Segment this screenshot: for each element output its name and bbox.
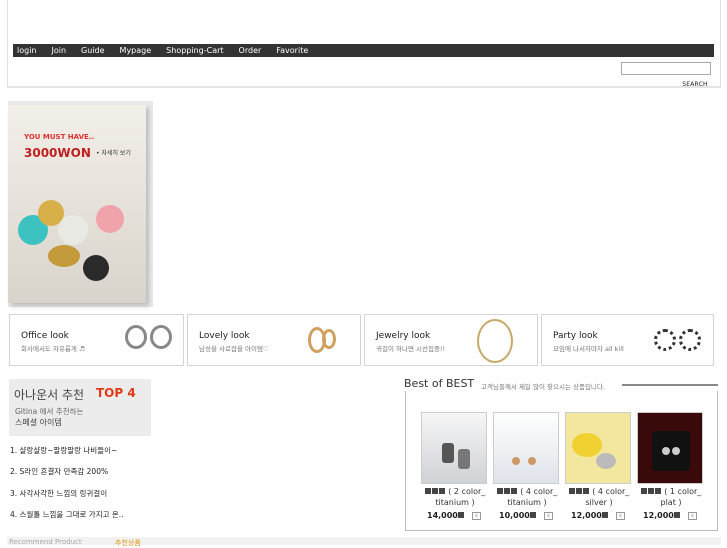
product-price: 12,000 bbox=[643, 511, 681, 520]
category-subtitle: 남성을 사로잡을 아이템♡ bbox=[199, 345, 269, 353]
earring-icon bbox=[477, 319, 513, 363]
earring-icon bbox=[458, 449, 470, 469]
color-swatch-icon bbox=[640, 488, 647, 494]
banner-more-link[interactable]: • 자세히 보기 bbox=[96, 148, 131, 157]
color-swatch-icon bbox=[431, 488, 438, 494]
product-name[interactable]: ( 1 color_ plat ) bbox=[635, 486, 707, 508]
ring-black-icon bbox=[83, 255, 109, 281]
nav-mypage[interactable]: Mypage bbox=[120, 44, 152, 57]
product-image[interactable] bbox=[565, 412, 631, 484]
color-swatch-icon bbox=[424, 488, 431, 494]
product-name[interactable]: ( 4 color_ titanium ) bbox=[491, 486, 563, 508]
earring-icon bbox=[442, 443, 454, 463]
announcer-item[interactable]: 1. 샬랑샬랑~팔랑팔랑 나비들이~ bbox=[10, 445, 117, 456]
category-subtitle: 모임에 나서자마자 all kill bbox=[553, 345, 624, 353]
category-jewelry-look[interactable]: Jewelry look 귀걸이 하나면 시선집중!! bbox=[364, 314, 538, 366]
announcer-item[interactable]: 4. 스월톨 느낌을 그대로 가지고 온.. bbox=[10, 509, 124, 520]
announcer-item[interactable]: 3. 사각사각한 느낌의 링귀걸이 bbox=[10, 488, 107, 499]
header-left-border bbox=[7, 0, 8, 88]
category-title: Jewelry look bbox=[376, 331, 431, 341]
earring-icon bbox=[654, 329, 676, 351]
zoom-icon[interactable]: ⌕ bbox=[472, 512, 481, 520]
search-button[interactable]: SEARCH bbox=[680, 79, 710, 90]
top-nav: login Join Guide Mypage Shopping-Cart Or… bbox=[13, 44, 714, 57]
product-name-text: ( 4 color_ silver ) bbox=[585, 487, 630, 507]
header-right-border bbox=[720, 0, 721, 88]
earring-icon bbox=[662, 447, 670, 455]
product-image[interactable] bbox=[421, 412, 487, 484]
product-price: 10,000 bbox=[499, 511, 537, 520]
product-price-text: 12,000 bbox=[643, 511, 674, 520]
search-input[interactable] bbox=[621, 62, 711, 75]
banner-tagline: YOU MUST HAVE.. bbox=[24, 133, 95, 141]
zoom-icon[interactable]: ⌕ bbox=[544, 512, 553, 520]
product-price: 14,000 bbox=[427, 511, 465, 520]
header-bottom-border bbox=[7, 86, 721, 88]
product-price: 12,000 bbox=[571, 511, 609, 520]
announcer-subtitle-2: 스페셜 아이템 bbox=[15, 418, 62, 427]
ring-rose-icon bbox=[96, 205, 124, 233]
ring-band-icon bbox=[48, 245, 80, 267]
earring-icon bbox=[679, 329, 701, 351]
nav-shopping-cart[interactable]: Shopping-Cart bbox=[166, 44, 223, 57]
product-name-text: ( 1 color_ plat ) bbox=[660, 487, 702, 507]
currency-mark-icon bbox=[529, 512, 536, 518]
best-divider bbox=[622, 384, 718, 386]
color-swatch-icon bbox=[575, 488, 582, 494]
earring-icon bbox=[322, 329, 336, 349]
flower-icon bbox=[572, 433, 602, 457]
category-lovely-look[interactable]: Lovely look 남성을 사로잡을 아이템♡ bbox=[187, 314, 361, 366]
color-swatch-icon bbox=[496, 488, 503, 494]
category-office-look[interactable]: Office look 회사에서도 자유롭게 ♬ bbox=[9, 314, 184, 366]
category-subtitle: 귀걸이 하나면 시선집중!! bbox=[376, 345, 446, 353]
earring-icon bbox=[672, 447, 680, 455]
category-title: Lovely look bbox=[199, 331, 250, 341]
product-price-text: 10,000 bbox=[499, 511, 530, 520]
banner-price: 3000WON bbox=[24, 146, 91, 160]
product-image[interactable] bbox=[493, 412, 559, 484]
gift-box-icon bbox=[652, 431, 690, 471]
announcer-item[interactable]: 2. S라인 흔결자 만족감 200% bbox=[10, 466, 108, 477]
best-subtitle: 고객님들께서 제일 많이 찾으시는 상품입니다. bbox=[481, 383, 605, 391]
color-swatch-icon bbox=[647, 488, 654, 494]
product-price-text: 12,000 bbox=[571, 511, 602, 520]
earring-icon bbox=[125, 325, 147, 349]
nav-favorite[interactable]: Favorite bbox=[276, 44, 308, 57]
ring-pearl-icon bbox=[58, 215, 88, 245]
best-title: Best of BEST bbox=[404, 377, 475, 390]
nav-order[interactable]: Order bbox=[239, 44, 262, 57]
earring-icon bbox=[528, 457, 536, 465]
announcer-title: 아나운서 추천 bbox=[14, 388, 85, 402]
category-party-look[interactable]: Party look 모임에 나서자마자 all kill bbox=[541, 314, 714, 366]
product-image[interactable] bbox=[637, 412, 703, 484]
color-swatch-icon bbox=[568, 488, 575, 494]
earring-icon bbox=[596, 453, 616, 469]
nav-login[interactable]: login bbox=[17, 44, 37, 57]
earring-icon bbox=[150, 325, 172, 349]
color-swatch-icon bbox=[503, 488, 510, 494]
product-name[interactable]: ( 2 color_ titanium ) bbox=[419, 486, 491, 508]
currency-mark-icon bbox=[673, 512, 680, 518]
zoom-icon[interactable]: ⌕ bbox=[616, 512, 625, 520]
currency-mark-icon bbox=[601, 512, 608, 518]
earring-icon bbox=[512, 457, 520, 465]
nav-join[interactable]: Join bbox=[52, 44, 67, 57]
product-price-text: 14,000 bbox=[427, 511, 458, 520]
color-swatch-icon bbox=[654, 488, 661, 494]
category-title: Party look bbox=[553, 331, 598, 341]
color-swatch-icon bbox=[510, 488, 517, 494]
zoom-icon[interactable]: ⌕ bbox=[688, 512, 697, 520]
category-subtitle: 회사에서도 자유롭게 ♬ bbox=[21, 345, 85, 353]
color-swatch-icon bbox=[438, 488, 445, 494]
nav-guide[interactable]: Guide bbox=[81, 44, 105, 57]
announcer-title-top4: TOP 4 bbox=[96, 386, 136, 400]
recommend-more[interactable]: 추천상품 bbox=[115, 538, 141, 548]
color-swatch-icon bbox=[582, 488, 589, 494]
category-title: Office look bbox=[21, 331, 69, 341]
announcer-subtitle: Gitina 에서 추천하는 bbox=[15, 407, 84, 416]
product-name[interactable]: ( 4 color_ silver ) bbox=[563, 486, 635, 508]
currency-mark-icon bbox=[457, 512, 464, 518]
